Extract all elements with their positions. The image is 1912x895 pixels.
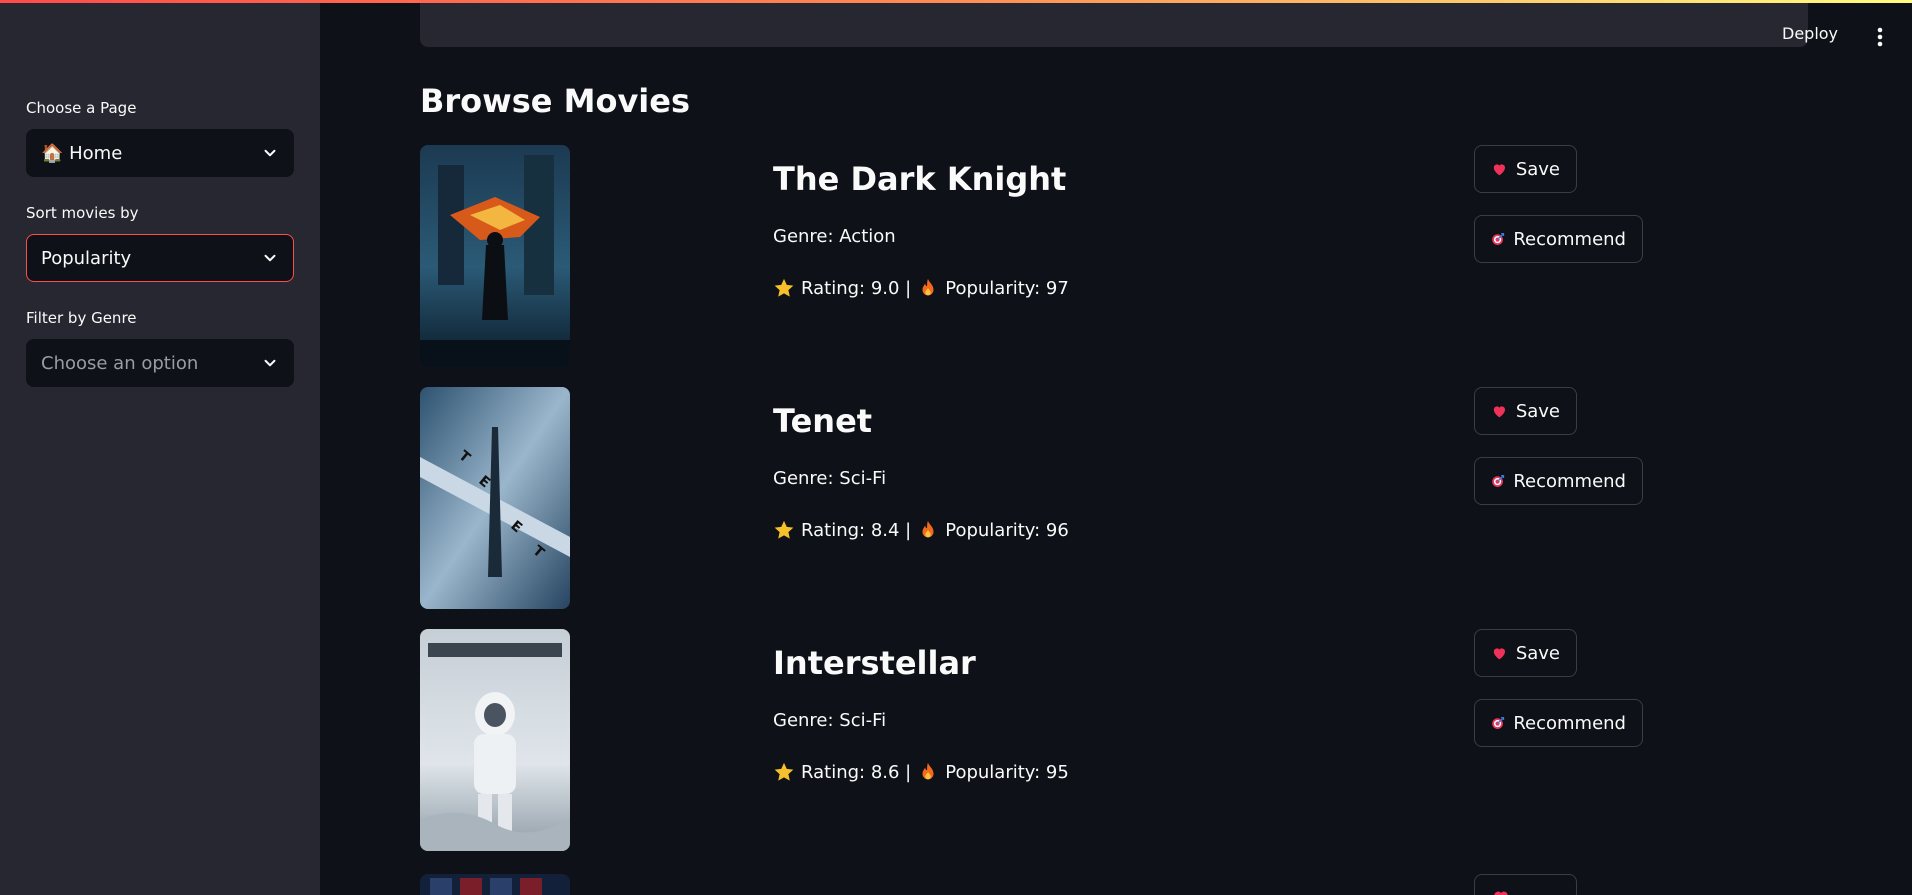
movie-title: The Dark Knight — [773, 160, 1067, 198]
recommend-button[interactable]: Recommend — [1474, 457, 1643, 505]
movie-poster — [420, 874, 570, 895]
sort-select-label: Sort movies by — [26, 204, 139, 222]
recommend-button-label: Recommend — [1513, 228, 1626, 250]
save-button[interactable]: Save — [1474, 145, 1577, 193]
genre-filter-select[interactable]: Choose an option — [26, 339, 294, 387]
movie-rating: Rating: 8.4 | — [801, 519, 912, 541]
chevron-down-icon — [264, 149, 276, 157]
target-icon — [1492, 475, 1505, 487]
movie-stats: Rating: 8.6 | Popularity: 95 — [773, 761, 1069, 783]
target-icon — [1492, 717, 1505, 729]
recommend-button[interactable]: Recommend — [1474, 699, 1643, 747]
top-accent-bar — [0, 0, 1912, 3]
movie-title: Tenet — [773, 402, 873, 440]
movie-title: Interstellar — [773, 644, 976, 682]
genre-filter-placeholder: Choose an option — [41, 352, 199, 374]
save-button-label: Save — [1515, 400, 1560, 422]
save-button[interactable]: Save — [1474, 629, 1577, 677]
recommend-button[interactable]: Recommend — [1474, 215, 1643, 263]
movie-poster: T E E T — [420, 387, 570, 609]
movie-rating: Rating: 8.6 | — [801, 761, 912, 783]
more-options-icon[interactable] — [1870, 26, 1890, 48]
save-button-label: Save — [1515, 158, 1560, 180]
save-button[interactable]: Save — [1474, 387, 1577, 435]
recommend-button-label: Recommend — [1513, 712, 1626, 734]
page-title: Browse Movies — [420, 82, 691, 120]
movie-stats: Rating: 8.4 | Popularity: 96 — [773, 519, 1069, 541]
sort-select[interactable]: Popularity — [26, 234, 294, 282]
deploy-button[interactable]: Deploy — [1782, 24, 1838, 43]
movie-poster — [420, 145, 570, 367]
sort-select-value: Popularity — [41, 247, 132, 269]
star-icon — [774, 520, 794, 539]
movie-genre: Genre: Sci-Fi — [773, 710, 887, 731]
fire-icon — [922, 520, 934, 538]
heart-icon — [1493, 164, 1506, 176]
movie-popularity: Popularity: 96 — [945, 519, 1069, 541]
sidebar: Choose a Page 🏠 Home Sort movies by Popu… — [0, 0, 320, 895]
movie-poster — [420, 629, 570, 851]
star-icon — [774, 278, 794, 297]
movie-popularity: Popularity: 97 — [945, 277, 1069, 299]
movie-stats: Rating: 9.0 | Popularity: 97 — [773, 277, 1069, 299]
chevron-down-icon — [264, 359, 276, 367]
heart-icon — [1493, 406, 1506, 418]
save-button-label: Save — [1515, 642, 1560, 664]
star-icon — [774, 762, 794, 781]
movie-popularity: Popularity: 95 — [945, 761, 1069, 783]
movie-rating: Rating: 9.0 | — [801, 277, 912, 299]
heart-icon — [1493, 648, 1506, 660]
heart-icon — [1494, 891, 1508, 895]
target-icon — [1492, 233, 1505, 245]
main-header-box — [420, 0, 1808, 47]
page-select-value: 🏠 Home — [41, 142, 123, 164]
page-select[interactable]: 🏠 Home — [26, 129, 294, 177]
genre-filter-label: Filter by Genre — [26, 309, 137, 327]
save-button[interactable] — [1474, 874, 1577, 895]
fire-icon — [922, 278, 934, 296]
fire-icon — [922, 762, 934, 780]
movie-genre: Genre: Sci-Fi — [773, 468, 887, 489]
movie-genre: Genre: Action — [773, 226, 896, 247]
chevron-down-icon — [264, 254, 276, 262]
recommend-button-label: Recommend — [1513, 470, 1626, 492]
page-select-label: Choose a Page — [26, 99, 137, 117]
